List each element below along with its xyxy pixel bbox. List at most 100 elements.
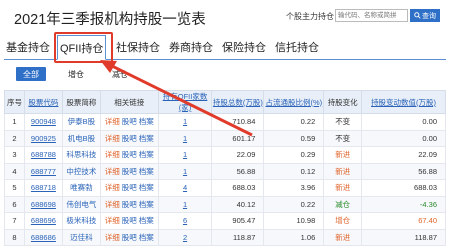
- holdings-table: 序号 股票代码 股票简称 相关链接 持有QFII家数(家) 持股总数(万股) 占…: [4, 90, 446, 246]
- cell-no: 4: [4, 162, 25, 180]
- cell-change: 增仓: [323, 212, 363, 230]
- link-forum[interactable]: 股吧: [122, 200, 137, 209]
- link-detail[interactable]: 详细: [105, 200, 120, 209]
- cell-ratio: 0.22: [263, 195, 325, 213]
- link-detail[interactable]: 详细: [105, 216, 120, 225]
- link-forum[interactable]: 股吧: [122, 233, 137, 242]
- link-archive[interactable]: 档案: [139, 117, 154, 126]
- search-button[interactable]: 查询: [410, 9, 440, 22]
- cell-code[interactable]: 688698: [23, 195, 63, 213]
- cell-code[interactable]: 688718: [23, 179, 63, 197]
- cell-total: 710.84: [211, 113, 265, 131]
- cell-ratio: 0.12: [263, 162, 325, 180]
- link-forum[interactable]: 股吧: [122, 150, 137, 159]
- cell-ratio: 0.59: [263, 129, 325, 147]
- cell-links: 详细 股吧 档案: [99, 179, 159, 197]
- cell-name[interactable]: 伟创电气: [61, 195, 101, 213]
- link-archive[interactable]: 档案: [139, 134, 154, 143]
- cell-change: 不变: [323, 113, 363, 131]
- cell-change: 减仓: [323, 195, 363, 213]
- table-row: 3 688788 科思科技 详细 股吧 档案 1 22.09 0.29 新进 22.09: [4, 146, 446, 164]
- link-archive[interactable]: 档案: [139, 216, 154, 225]
- tab-trust[interactable]: 信托持仓: [275, 39, 319, 55]
- cell-no: 2: [4, 129, 25, 147]
- cell-code[interactable]: 688788: [23, 146, 63, 164]
- link-forum[interactable]: 股吧: [122, 183, 137, 192]
- cell-delta: 118.87: [361, 228, 446, 246]
- cell-change: 新进: [323, 179, 363, 197]
- cell-ratio: 10.98: [263, 212, 325, 230]
- cell-count[interactable]: 6: [157, 212, 213, 230]
- cell-change: 新进: [323, 146, 363, 164]
- cell-delta: 0.00: [361, 129, 446, 147]
- link-forum[interactable]: 股吧: [122, 117, 137, 126]
- cell-name[interactable]: 机电B股: [61, 129, 101, 147]
- link-detail[interactable]: 详细: [105, 117, 120, 126]
- cell-change: 不变: [323, 129, 363, 147]
- search-input[interactable]: [335, 9, 408, 22]
- cell-code[interactable]: 688777: [23, 162, 63, 180]
- filter-decrease[interactable]: 减仓: [110, 67, 130, 81]
- cell-delta: 56.88: [361, 162, 446, 180]
- cell-links: 详细 股吧 档案: [99, 129, 159, 147]
- col-no: 序号: [4, 90, 25, 114]
- link-archive[interactable]: 档案: [139, 183, 154, 192]
- col-total[interactable]: 持股总数(万股): [211, 90, 265, 114]
- link-archive[interactable]: 档案: [139, 150, 154, 159]
- cell-name[interactable]: 伊泰B股: [61, 113, 101, 131]
- cell-links: 详细 股吧 档案: [99, 228, 159, 246]
- cell-name[interactable]: 唯赛勃: [61, 179, 101, 197]
- tab-broker[interactable]: 券商持仓: [169, 39, 213, 55]
- tab-fund[interactable]: 基金持仓: [6, 39, 50, 55]
- cell-name[interactable]: 中控技术: [61, 162, 101, 180]
- cell-ratio: 1.06: [263, 228, 325, 246]
- filter-increase[interactable]: 增仓: [66, 67, 86, 81]
- cell-count[interactable]: 1: [157, 113, 213, 131]
- cell-count[interactable]: 1: [157, 146, 213, 164]
- link-forum[interactable]: 股吧: [122, 134, 137, 143]
- cell-count[interactable]: 1: [157, 129, 213, 147]
- link-forum[interactable]: 股吧: [122, 167, 137, 176]
- link-detail[interactable]: 详细: [105, 167, 120, 176]
- cell-name[interactable]: 极米科技: [61, 212, 101, 230]
- link-detail[interactable]: 详细: [105, 233, 120, 242]
- table-row: 6 688698 伟创电气 详细 股吧 档案 1 40.12 0.22 减仓 -4.36: [4, 195, 446, 213]
- link-archive[interactable]: 档案: [139, 233, 154, 242]
- cell-total: 118.87: [211, 228, 265, 246]
- cell-name[interactable]: 迈佳科: [61, 228, 101, 246]
- cell-total: 905.47: [211, 212, 265, 230]
- col-code[interactable]: 股票代码: [23, 90, 63, 114]
- table-row: 2 900925 机电B股 详细 股吧 档案 1 601.17 0.59 不变 0.00: [4, 129, 446, 147]
- cell-total: 688.03: [211, 179, 265, 197]
- cell-code[interactable]: 688686: [23, 228, 63, 246]
- col-delta[interactable]: 持股变动数值(万股): [361, 90, 446, 114]
- cell-code[interactable]: 688696: [23, 212, 63, 230]
- cell-delta: 67.40: [361, 212, 446, 230]
- cell-count[interactable]: 2: [157, 228, 213, 246]
- tab-social-security[interactable]: 社保持仓: [116, 39, 160, 55]
- highlight-box: [54, 32, 113, 63]
- cell-no: 7: [4, 212, 25, 230]
- cell-change: 新进: [323, 162, 363, 180]
- cell-count[interactable]: 1: [157, 162, 213, 180]
- cell-code[interactable]: 900948: [23, 113, 63, 131]
- link-archive[interactable]: 档案: [139, 167, 154, 176]
- cell-name[interactable]: 科思科技: [61, 146, 101, 164]
- cell-no: 6: [4, 195, 25, 213]
- col-count[interactable]: 持有QFII家数(家): [157, 90, 213, 114]
- link-forum[interactable]: 股吧: [122, 216, 137, 225]
- col-ratio[interactable]: 占流通股比例(%): [263, 90, 325, 114]
- cell-no: 1: [4, 113, 25, 131]
- link-detail[interactable]: 详细: [105, 183, 120, 192]
- cell-code[interactable]: 900925: [23, 129, 63, 147]
- cell-delta: -4.36: [361, 195, 446, 213]
- link-archive[interactable]: 档案: [139, 200, 154, 209]
- cell-links: 详细 股吧 档案: [99, 162, 159, 180]
- cell-ratio: 0.29: [263, 146, 325, 164]
- filter-all[interactable]: 全部: [16, 67, 46, 81]
- cell-count[interactable]: 1: [157, 195, 213, 213]
- link-detail[interactable]: 详细: [105, 134, 120, 143]
- cell-count[interactable]: 4: [157, 179, 213, 197]
- link-detail[interactable]: 详细: [105, 150, 120, 159]
- tab-insurance[interactable]: 保险持仓: [222, 39, 266, 55]
